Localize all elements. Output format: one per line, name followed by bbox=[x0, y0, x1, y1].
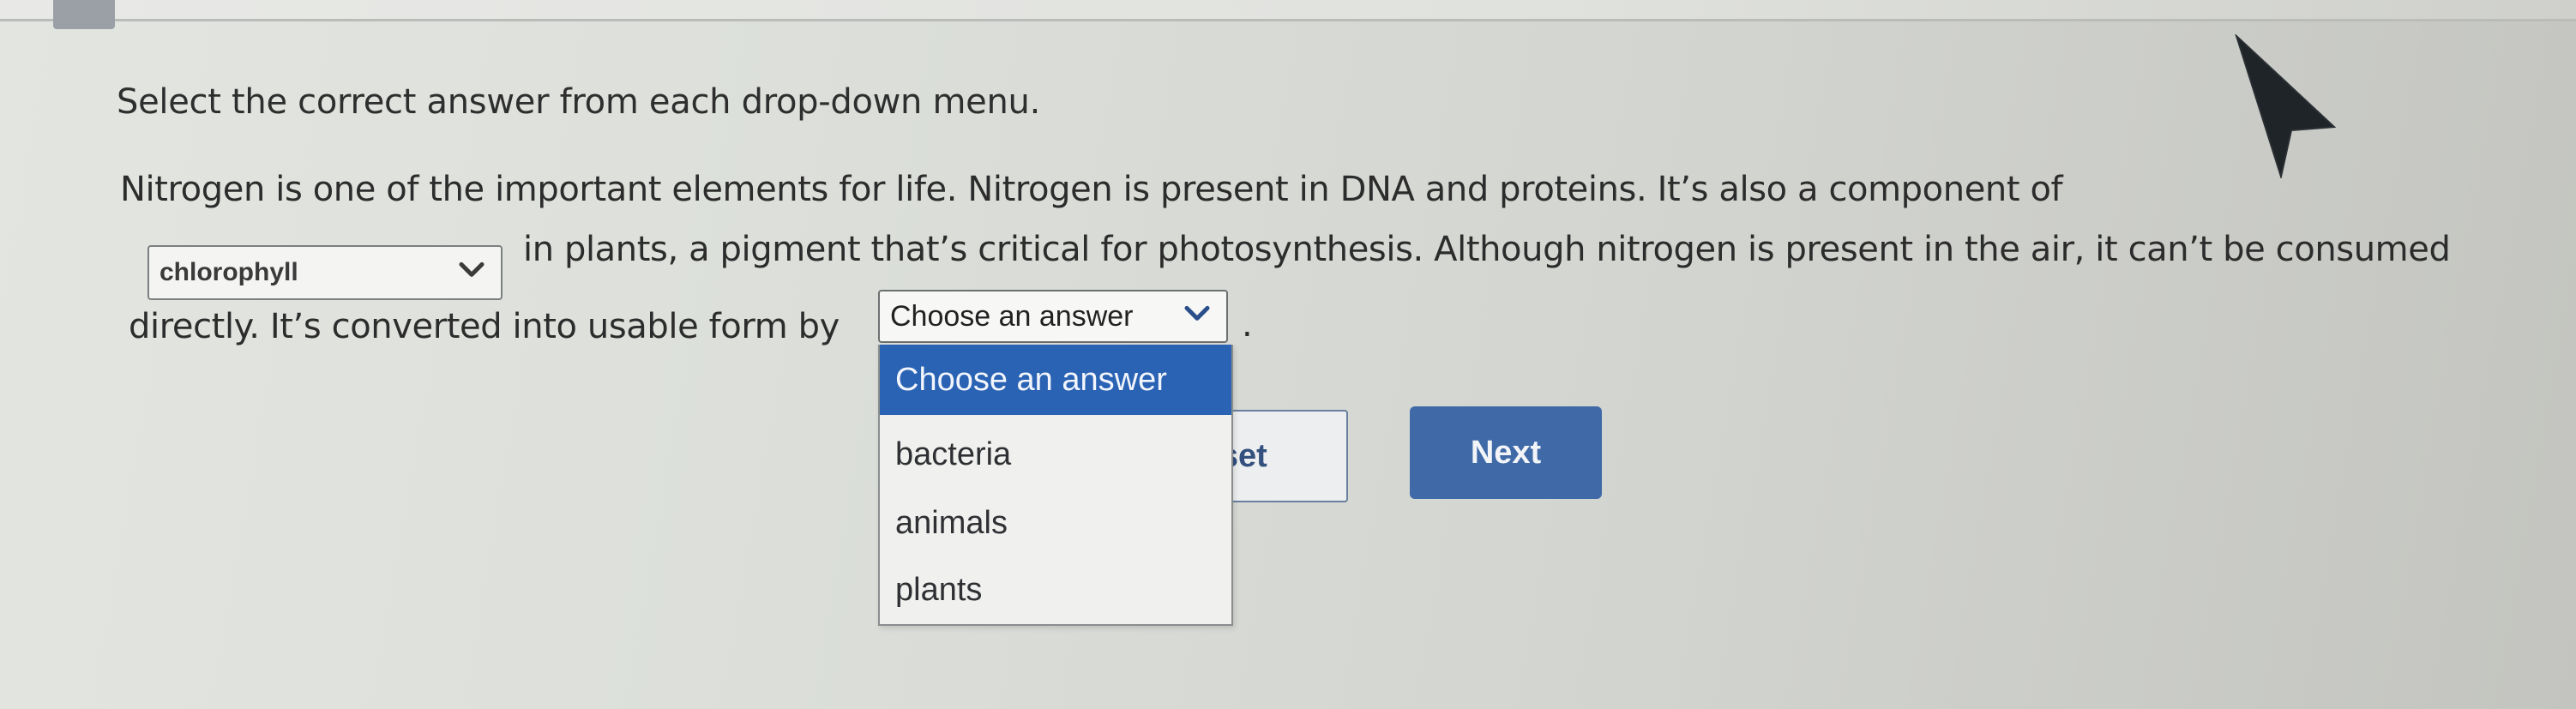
sentence-period: . bbox=[1242, 305, 1253, 345]
mouse-pointer-icon bbox=[2235, 34, 2337, 178]
instruction-text: Select the correct answer from each drop… bbox=[117, 82, 1041, 122]
dropdown-options-list: Choose an answer bacteria animals plants bbox=[878, 345, 1233, 626]
dropdown-chlorophyll[interactable]: chlorophyll bbox=[147, 245, 503, 300]
chevron-down-icon bbox=[459, 261, 485, 277]
dropdown-selected-value: chlorophyll bbox=[159, 258, 298, 286]
chevron-down-icon bbox=[1184, 305, 1210, 321]
next-button[interactable]: Next bbox=[1410, 406, 1602, 499]
dropdown-option-animals[interactable]: animals bbox=[880, 489, 1231, 557]
dropdown-option-choose[interactable]: Choose an answer bbox=[880, 345, 1231, 415]
passage-line-1: Nitrogen is one of the important element… bbox=[120, 170, 2063, 209]
dropdown-answer[interactable]: Choose an answer bbox=[878, 290, 1228, 343]
passage-line-3: directly. It’s converted into usable for… bbox=[129, 307, 840, 346]
passage-line-2: in plants, a pigment that’s critical for… bbox=[523, 230, 2451, 269]
top-bar bbox=[0, 0, 2576, 21]
top-tab[interactable] bbox=[53, 0, 115, 29]
dropdown-selected-value: Choose an answer bbox=[890, 299, 1134, 333]
dropdown-option-bacteria[interactable]: bacteria bbox=[880, 420, 1231, 489]
dropdown-option-plants[interactable]: plants bbox=[880, 556, 1231, 624]
